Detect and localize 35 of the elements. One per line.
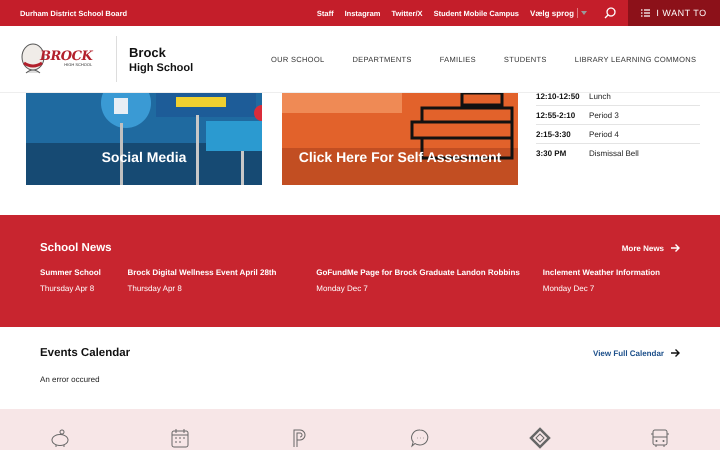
school-bus-icon[interactable] [649,427,671,449]
schedule-time: 2:15-3:30 [536,130,572,138]
piggy-bank-icon[interactable] [49,427,71,449]
schedule-label: Dismissal Bell [589,148,639,158]
view-calendar-link[interactable]: View Full Calendar [593,348,680,358]
schedule-label: Lunch [589,92,611,100]
section-title: Events Calendar [40,347,130,359]
news-date: Thursday Apr 8 [128,284,183,293]
news-title[interactable]: Inclement Weather Information [542,268,660,277]
news-title[interactable]: GoFundMe Page for Brock Graduate Landon Robbins [316,268,523,277]
school-name: Brock [129,44,167,60]
schedule-label: Period 3 [589,110,619,120]
diamond-icon[interactable] [529,427,551,449]
caret-icon [581,11,587,15]
error-message: An error occured [40,375,101,384]
school-type: High School [129,62,194,74]
calendar-icon[interactable] [169,427,191,449]
chat-bubble-icon[interactable] [409,427,431,449]
language-selector[interactable]: Vælg sprog [530,8,574,18]
news-date: Thursday Apr 8 [40,284,96,293]
schedule-time: 12:10-12:50 [536,92,581,100]
section-title: School News [40,242,112,254]
search-icon[interactable] [604,7,616,19]
menu-icon [641,9,650,17]
i-want-to-button[interactable]: I WANT TO [628,0,720,26]
schedule-label: Period 4 [589,130,619,138]
arrow-icon [670,348,680,358]
arrow-icon [670,243,680,253]
schedule-time: 3:30 PM [536,148,568,158]
news-title[interactable]: Summer School [40,268,108,277]
more-news-link[interactable]: More News [622,243,680,253]
news-title[interactable]: Brock Digital Wellness Event April 28th [128,268,296,277]
news-date: Monday Dec 7 [316,284,369,293]
schedule-time: 12:55-2:10 [536,110,576,120]
news-date: Monday Dec 7 [542,284,596,293]
